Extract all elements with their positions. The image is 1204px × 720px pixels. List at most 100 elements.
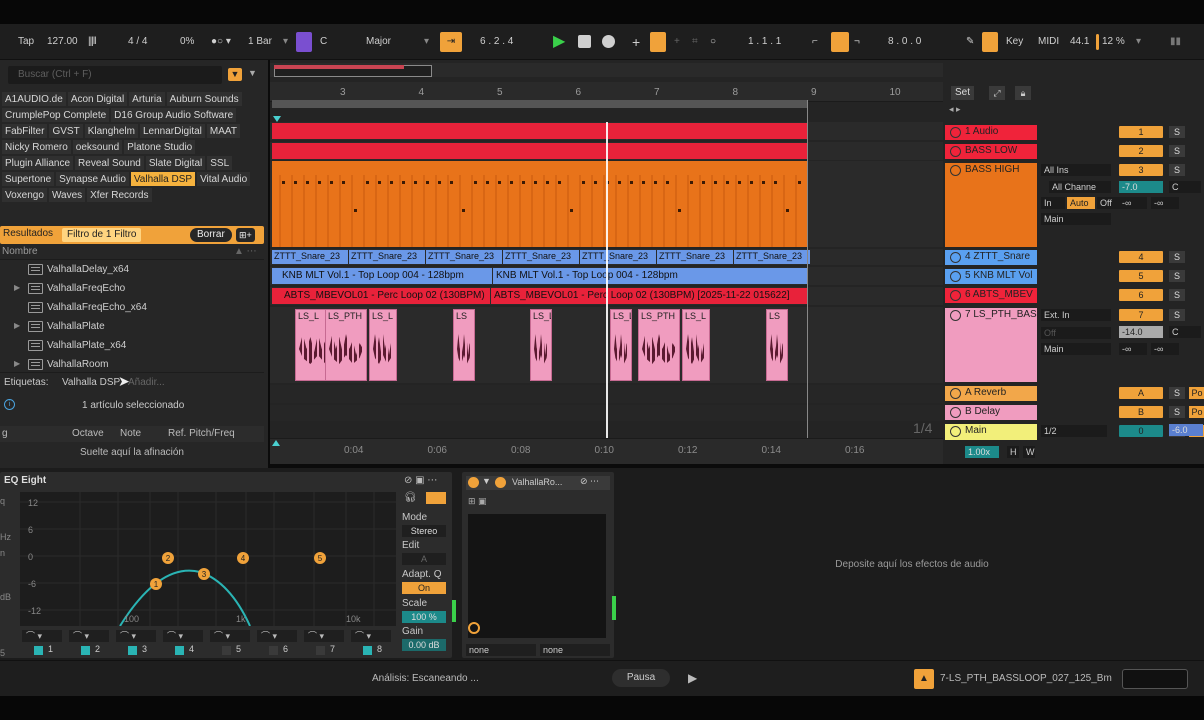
solo-button[interactable]: S <box>1169 406 1185 418</box>
device-controls-icon[interactable]: ⊘ ▣ ⋯ <box>404 475 437 486</box>
lock-icon[interactable]: 🔒︎ <box>1015 86 1031 100</box>
arrangement-position-field[interactable]: 6 . 2 . 4 <box>480 24 513 60</box>
perc-clip-2[interactable]: ABTS_MBEVOL01 - Perc Loop 02 (130BPM) [2… <box>491 288 807 304</box>
send-b-field[interactable]: -∞ <box>1151 197 1179 209</box>
band-filter-type-select[interactable]: ⌒ ▾ <box>351 630 391 642</box>
loop-length-field[interactable]: 8 . 0 . 0 <box>888 24 921 60</box>
ls-pth-clip[interactable]: LS_L <box>682 309 710 381</box>
snare-clip[interactable]: ZTTT_Snare_23 <box>349 250 425 264</box>
track-header[interactable]: 4 ZTTT_Snare <box>945 250 1037 265</box>
expand-arrow-icon[interactable]: ▶ <box>14 321 20 330</box>
tag-chip[interactable]: Voxengo <box>2 188 47 202</box>
tag-chip[interactable]: Platone Studio <box>124 140 196 154</box>
valhalla-knob[interactable] <box>468 622 480 634</box>
ls-pth-clip[interactable]: LS <box>766 309 788 381</box>
track-header[interactable]: B Delay <box>945 405 1037 420</box>
input-type-select[interactable]: All Ins <box>1041 164 1111 176</box>
track-activator[interactable]: 6 <box>1119 289 1163 301</box>
ls-pth-clip[interactable]: LS_L <box>610 309 632 381</box>
set-button[interactable]: Set <box>951 86 975 100</box>
track-activator[interactable]: 3 <box>1119 164 1163 176</box>
expand-arrow-icon[interactable]: ▶ <box>14 359 20 368</box>
track-header[interactable]: BASS LOW <box>945 144 1037 159</box>
solo-button[interactable]: S <box>1169 164 1185 176</box>
ls-pth-clip[interactable]: LS_L <box>369 309 397 381</box>
loop-start-field[interactable]: 1 . 1 . 1 <box>748 24 781 60</box>
follow-icon[interactable]: ●○ ▾ <box>211 24 231 60</box>
punch-out-icon[interactable]: ¬ <box>854 24 860 60</box>
browser-file-item[interactable]: ▶ ValhallaFreqEcho <box>0 279 264 298</box>
play-status-icon[interactable]: ▶ <box>688 671 697 685</box>
snare-clip[interactable]: ZTTT_Snare_23 <box>272 250 348 264</box>
solo-button[interactable]: S <box>1169 289 1185 301</box>
device-on-icon[interactable] <box>468 477 479 488</box>
snare-clip[interactable]: ZTTT_Snare_23 <box>734 250 810 264</box>
solo-button[interactable]: S <box>1169 145 1185 157</box>
adapt-q-toggle[interactable]: On <box>402 582 446 594</box>
back-to-arrangement-icon[interactable]: + <box>674 24 680 60</box>
ls-send-a-field[interactable]: -∞ <box>1119 343 1147 355</box>
overdub-icon[interactable]: + <box>632 24 640 60</box>
tag-chip[interactable]: D16 Group Audio Software <box>111 108 237 122</box>
pause-button[interactable]: Pausa <box>612 669 670 687</box>
band-enable-toggle[interactable] <box>81 646 90 655</box>
band-filter-type-select[interactable]: ⌒ ▾ <box>210 630 250 642</box>
key-select[interactable]: C <box>320 24 327 60</box>
tag-chip[interactable]: Synapse Audio <box>56 172 129 186</box>
edit-select[interactable]: A <box>402 553 446 565</box>
ls-pan-field[interactable]: C <box>1169 326 1201 338</box>
valhalla-select-1[interactable]: none <box>466 644 536 656</box>
tag-chip[interactable]: oeksound <box>72 140 123 154</box>
tag-chip[interactable]: Waves <box>48 188 86 202</box>
swing-field[interactable]: 0% <box>180 24 194 60</box>
expand-icon[interactable]: ⤢ <box>989 86 1005 100</box>
tag-chip[interactable]: Arturia <box>129 92 165 106</box>
main-zoom-field[interactable]: 1.00x <box>965 446 999 458</box>
track-header[interactable]: 7 LS_PTH_BAS <box>945 308 1037 382</box>
tag-chip[interactable]: CrumplePop Complete <box>2 108 110 122</box>
plugin-window-icon[interactable]: ⊞ ▣ <box>468 496 487 507</box>
band-enable-toggle[interactable] <box>363 646 372 655</box>
time-ruler[interactable]: 0:04 0:06 0:08 0:10 0:12 0:14 0:16 <box>270 438 943 464</box>
audio-effects-drop-zone[interactable]: Deposite aquí los efectos de audio <box>620 472 1204 658</box>
tag-chip[interactable]: FabFilter <box>2 124 48 138</box>
punch-in-icon[interactable]: ⌐ <box>812 24 818 60</box>
tag-chip[interactable]: Valhalla DSP <box>130 172 196 186</box>
tag-chip[interactable]: GVST <box>49 124 83 138</box>
tuning-drop-zone[interactable]: Suelte aquí la afinación <box>0 444 264 462</box>
send-a-field[interactable]: -∞ <box>1119 197 1147 209</box>
monitor-in-button[interactable]: In <box>1041 197 1065 209</box>
mode-select[interactable]: Stereo <box>402 525 446 537</box>
valhalla-select-2[interactable]: none <box>540 644 610 656</box>
band-filter-type-select[interactable]: ⌒ ▾ <box>163 630 203 642</box>
tap-tempo-button[interactable]: Tap <box>18 24 34 60</box>
track-activator[interactable]: 7 <box>1119 309 1163 321</box>
scale-field[interactable]: 100 % <box>402 611 446 623</box>
ext-in-select[interactable]: Ext. In <box>1041 309 1111 321</box>
info-icon[interactable]: i <box>4 399 15 410</box>
solo-button[interactable]: S <box>1169 387 1185 399</box>
track-play-icon[interactable] <box>950 271 961 282</box>
snare-clip[interactable]: ZTTT_Snare_23 <box>426 250 502 264</box>
solo-button[interactable]: S <box>1169 126 1185 138</box>
main-w-button[interactable]: W <box>1023 446 1035 458</box>
monitor-off-button[interactable]: Off <box>1097 197 1119 209</box>
browser-search-input[interactable]: Buscar (Ctrl + F) <box>8 66 222 84</box>
ls-pth-clip[interactable]: LS_PTH <box>325 309 367 381</box>
tag-chip[interactable]: Vital Audio <box>197 172 251 186</box>
filter-chip[interactable]: Filtro de 1 Filtro <box>62 228 142 242</box>
track-activator[interactable]: 5 <box>1119 270 1163 282</box>
ls-output-select[interactable]: Main <box>1041 343 1111 355</box>
band-enable-toggle[interactable] <box>34 646 43 655</box>
capture-icon[interactable]: ⌗ <box>692 24 698 60</box>
tag-chip[interactable]: Auburn Sounds <box>166 92 242 106</box>
tag-chip[interactable]: Nicky Romero <box>2 140 71 154</box>
snare-clip[interactable]: ZTTT_Snare_23 <box>580 250 656 264</box>
post-button[interactable]: Po <box>1189 387 1204 399</box>
solo-button[interactable]: S <box>1169 251 1185 263</box>
track-header[interactable]: A Reverb <box>945 386 1037 401</box>
expand-arrow-icon[interactable]: ▶ <box>14 283 20 292</box>
time-signature-field[interactable]: 4 / 4 <box>128 24 147 60</box>
tag-chip[interactable]: Slate Digital <box>145 156 206 170</box>
tag-chip[interactable]: Acon Digital <box>67 92 128 106</box>
